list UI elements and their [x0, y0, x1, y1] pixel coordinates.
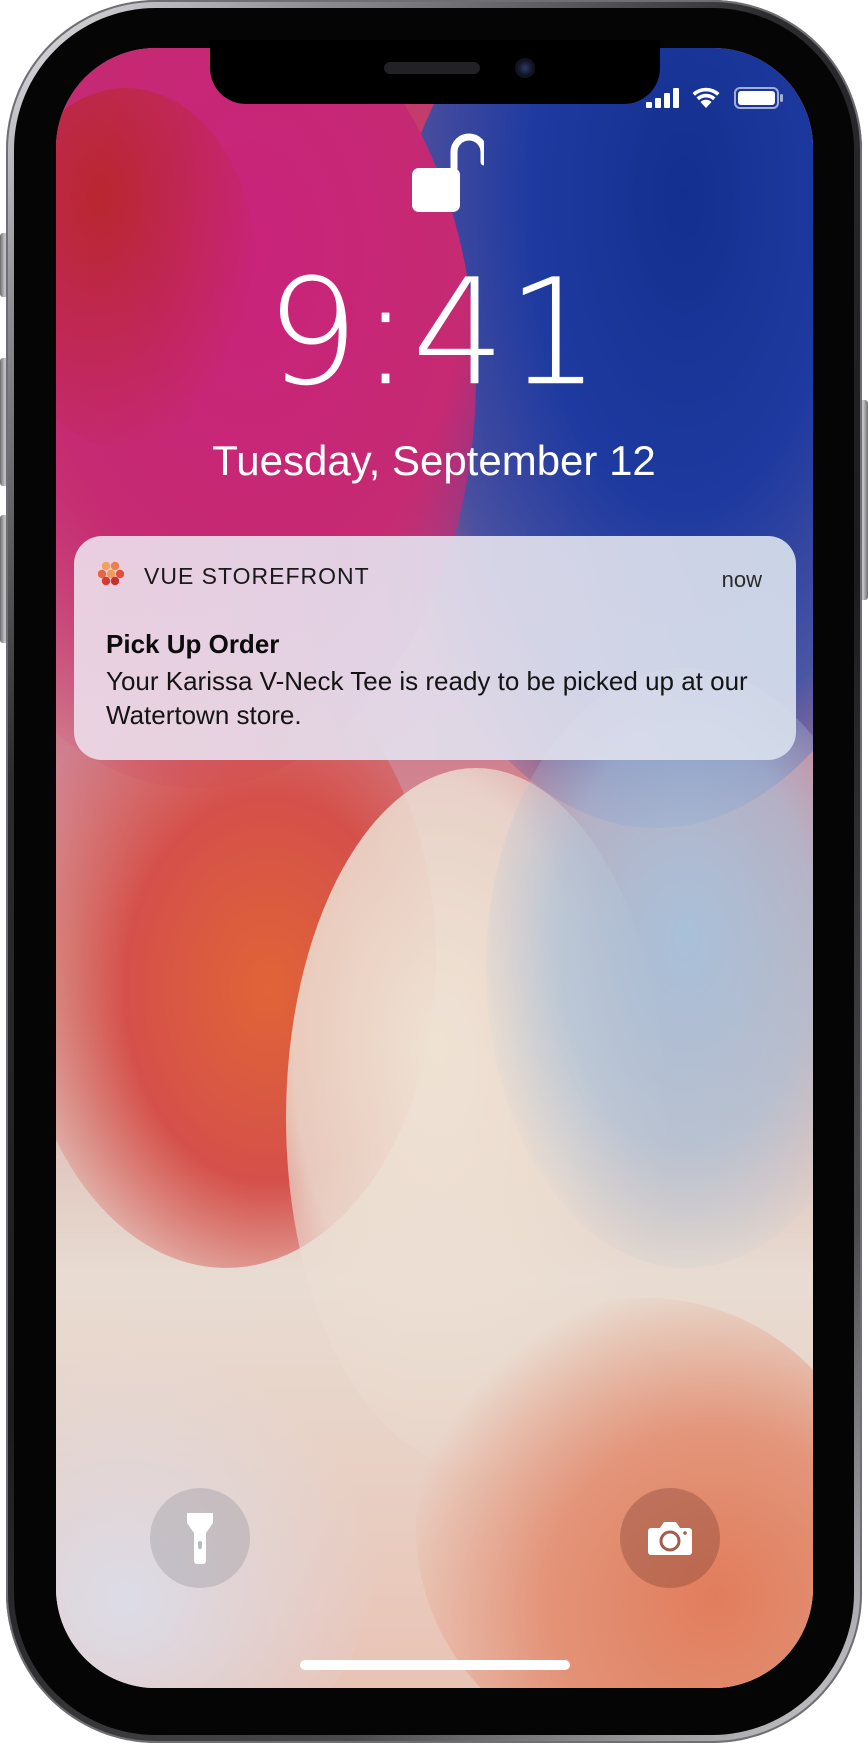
notification-app-name: VUE STOREFRONT	[144, 563, 370, 589]
battery-icon	[734, 87, 783, 109]
status-bar	[646, 84, 786, 110]
vue-storefront-logo-icon	[98, 561, 124, 586]
flashlight-button[interactable]	[150, 1488, 250, 1588]
notification-card[interactable]: VUE STOREFRONT now Pick Up Order Your Ka…	[74, 536, 796, 760]
camera-button[interactable]	[620, 1488, 720, 1588]
signal-icon	[646, 88, 679, 108]
front-camera	[515, 58, 535, 78]
lock-screen-date: Tuesday, September 12	[212, 437, 656, 484]
notification-title: Pick Up Order	[106, 629, 280, 659]
unlocked-padlock-icon	[412, 133, 484, 212]
notification-body: Your Karissa V-Neck Tee is ready to be p…	[106, 666, 748, 730]
iphone-mockup: 9:41 Tuesday, September 12 VUE STOREFRON…	[0, 0, 868, 1743]
camera-icon	[648, 1522, 692, 1555]
home-indicator[interactable]	[300, 1660, 570, 1670]
earpiece-speaker	[384, 62, 480, 74]
notification-time: now	[721, 567, 762, 592]
flashlight-icon	[187, 1513, 213, 1564]
lock-screen-time: 9:41	[266, 248, 602, 418]
wifi-icon	[692, 87, 720, 108]
